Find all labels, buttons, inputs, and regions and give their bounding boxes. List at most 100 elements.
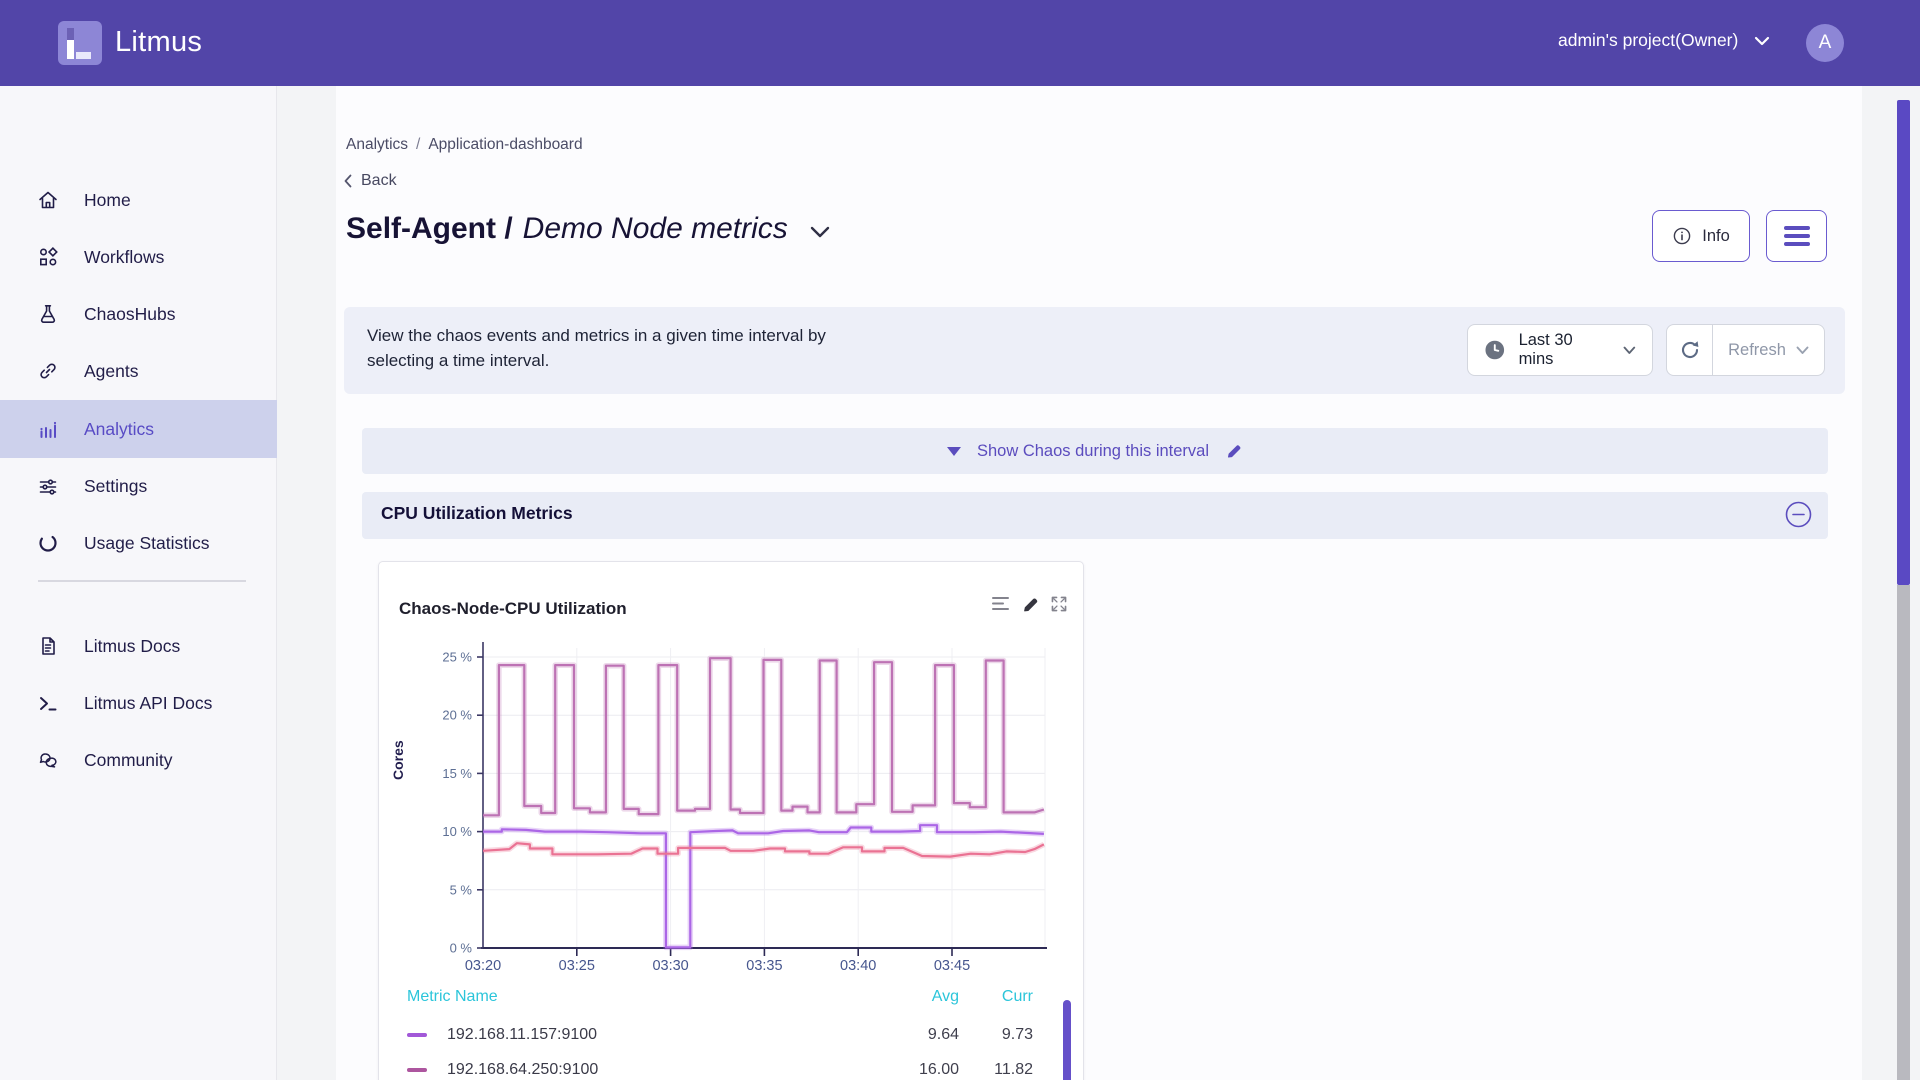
brand-title: Litmus bbox=[115, 26, 202, 59]
sidebar-item-label: Settings bbox=[84, 476, 147, 497]
svg-text:15 %: 15 % bbox=[442, 766, 472, 781]
time-range-value: Last 30 mins bbox=[1519, 331, 1611, 369]
legend-header-row: Metric Name Avg Curr bbox=[379, 987, 1085, 1007]
edit-pencil-icon[interactable] bbox=[1225, 442, 1243, 460]
interval-info-text: View the chaos events and metrics in a g… bbox=[367, 323, 826, 373]
sidebar-item-label: Litmus API Docs bbox=[84, 693, 212, 714]
sidebar-item-settings[interactable]: Settings bbox=[0, 457, 277, 515]
chevron-left-icon bbox=[344, 174, 352, 188]
cpu-section-title: CPU Utilization Metrics bbox=[381, 503, 573, 524]
breadcrumb-separator: / bbox=[416, 136, 420, 154]
svg-text:20 %: 20 % bbox=[442, 708, 472, 723]
title-chevron-down-icon[interactable] bbox=[810, 226, 830, 238]
sidebar-item-label: Agents bbox=[84, 361, 138, 382]
page-title: Self-Agent / Demo Node metrics bbox=[346, 212, 830, 246]
legend-row: 192.168.64.250:9100 16.00 11.82 bbox=[379, 1060, 1085, 1080]
avatar[interactable]: A bbox=[1806, 24, 1844, 62]
flask-icon bbox=[37, 303, 59, 325]
svg-text:10 %: 10 % bbox=[442, 824, 472, 839]
collapse-minus-icon[interactable] bbox=[1785, 501, 1812, 528]
usage-statistics-icon bbox=[37, 532, 59, 554]
sidebar-item-label: Analytics bbox=[84, 419, 154, 440]
legend-header-curr: Curr bbox=[959, 988, 1033, 1006]
project-selector[interactable]: admin's project(Owner) bbox=[1558, 30, 1770, 51]
home-icon bbox=[37, 189, 59, 211]
legend-header-avg: Avg bbox=[887, 988, 959, 1006]
sidebar-item-litmus-api-docs[interactable]: Litmus API Docs bbox=[0, 674, 277, 732]
link-icon bbox=[37, 360, 59, 382]
metric-name: 192.168.11.157:9100 bbox=[447, 1026, 597, 1044]
svg-text:5 %: 5 % bbox=[450, 882, 473, 897]
sidebar-item-label: Usage Statistics bbox=[84, 533, 209, 554]
workflows-icon bbox=[37, 246, 59, 268]
clock-icon bbox=[1484, 339, 1506, 361]
breadcrumb: Analytics / Application-dashboard bbox=[346, 136, 583, 154]
analytics-icon bbox=[37, 418, 59, 440]
svg-text:03:45: 03:45 bbox=[934, 958, 970, 974]
project-selector-label: admin's project(Owner) bbox=[1558, 30, 1738, 51]
sidebar-item-analytics[interactable]: Analytics bbox=[0, 400, 277, 458]
refresh-icon bbox=[1678, 338, 1702, 362]
svg-text:03:40: 03:40 bbox=[840, 958, 876, 974]
series-color-dash bbox=[407, 1033, 427, 1037]
chart-title: Chaos-Node-CPU Utilization bbox=[399, 599, 627, 619]
view-data-icon[interactable] bbox=[991, 595, 1011, 613]
legend-scrollbar[interactable] bbox=[1063, 1000, 1071, 1080]
expand-icon[interactable] bbox=[1050, 595, 1068, 613]
sidebar-divider bbox=[38, 580, 246, 582]
metric-name: 192.168.64.250:9100 bbox=[447, 1061, 598, 1079]
sidebar-item-label: Workflows bbox=[84, 247, 164, 268]
time-range-select[interactable]: Last 30 mins bbox=[1467, 324, 1653, 376]
series-color-dash bbox=[407, 1068, 427, 1072]
svg-text:03:25: 03:25 bbox=[559, 958, 595, 974]
litmus-logo-icon bbox=[58, 21, 102, 65]
dashboard-menu-button[interactable] bbox=[1766, 210, 1827, 262]
info-icon bbox=[1672, 226, 1692, 246]
sidebar-item-home[interactable]: Home bbox=[0, 171, 277, 229]
page-scrollbar-thumb[interactable] bbox=[1897, 100, 1910, 585]
sidebar-item-label: Community bbox=[84, 750, 173, 771]
page-scrollbar-lower-track bbox=[1897, 585, 1910, 1080]
sidebar-item-agents[interactable]: Agents bbox=[0, 342, 277, 400]
refresh-rate-select[interactable]: Refresh bbox=[1712, 324, 1825, 376]
svg-text:0 %: 0 % bbox=[450, 941, 473, 956]
show-chaos-bar: Show Chaos during this interval bbox=[362, 428, 1828, 474]
cpu-utilization-chart: 0 % 5 % 10 % 15 % 20 % 25 % 03:20 03:25 03:30 03:… bbox=[379, 628, 1085, 980]
refresh-now-button[interactable] bbox=[1666, 324, 1713, 376]
svg-text:03:20: 03:20 bbox=[465, 958, 501, 974]
terminal-icon bbox=[37, 692, 59, 714]
sidebar-item-workflows[interactable]: Workflows bbox=[0, 228, 277, 286]
sidebar-item-chaoshubs[interactable]: ChaosHubs bbox=[0, 285, 277, 343]
chat-bubbles-icon bbox=[37, 749, 59, 771]
svg-text:03:35: 03:35 bbox=[746, 958, 782, 974]
triangle-down-icon[interactable] bbox=[947, 447, 961, 456]
legend-row: 192.168.11.157:9100 9.64 9.73 bbox=[379, 1025, 1085, 1045]
breadcrumb-analytics[interactable]: Analytics bbox=[346, 136, 408, 154]
chart-card: Chaos-Node-CPU Utilization Cores 0 %5 %1… bbox=[378, 561, 1084, 1080]
cpu-section-header bbox=[362, 492, 1828, 539]
legend-header-metric: Metric Name bbox=[407, 988, 887, 1006]
hamburger-icon bbox=[1784, 226, 1810, 230]
svg-text:03:30: 03:30 bbox=[652, 958, 688, 974]
sidebar-item-usage-statistics[interactable]: Usage Statistics bbox=[0, 514, 277, 572]
sidebar-item-label: ChaosHubs bbox=[84, 304, 175, 325]
svg-text:25 %: 25 % bbox=[442, 650, 472, 665]
edit-chart-icon[interactable] bbox=[1021, 595, 1040, 614]
chevron-down-icon bbox=[1623, 346, 1636, 355]
chevron-down-icon bbox=[1796, 346, 1809, 355]
breadcrumb-application-dashboard[interactable]: Application-dashboard bbox=[428, 136, 582, 154]
sidebar-item-label: Home bbox=[84, 190, 131, 211]
info-button[interactable]: Info bbox=[1652, 210, 1750, 262]
show-chaos-label[interactable]: Show Chaos during this interval bbox=[977, 442, 1209, 461]
app-header: Litmus admin's project(Owner) A bbox=[0, 0, 1920, 86]
sidebar-item-litmus-docs[interactable]: Litmus Docs bbox=[0, 617, 277, 675]
back-button[interactable]: Back bbox=[344, 172, 397, 190]
chevron-down-icon bbox=[1754, 36, 1770, 46]
sidebar: Home Workflows ChaosHubs Agents bbox=[0, 86, 277, 1080]
sidebar-item-community[interactable]: Community bbox=[0, 731, 277, 789]
page-title-dashboard: Demo Node metrics bbox=[523, 212, 788, 246]
sliders-icon bbox=[37, 475, 59, 497]
page-title-agent: Self-Agent / bbox=[346, 212, 513, 246]
document-icon bbox=[37, 635, 59, 657]
sidebar-item-label: Litmus Docs bbox=[84, 636, 180, 657]
